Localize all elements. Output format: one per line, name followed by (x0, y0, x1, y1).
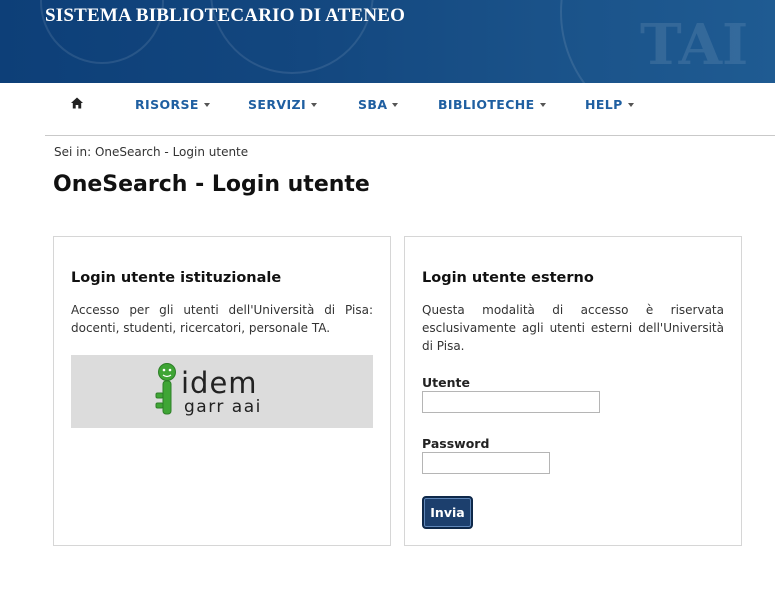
idem-login-button[interactable]: idem garr aai (71, 355, 373, 428)
caret-down-icon (311, 103, 318, 107)
nav-item-sba[interactable]: SBA (358, 97, 399, 112)
caret-down-icon (392, 103, 399, 107)
password-label: Password (422, 436, 490, 451)
nav-item-label: BIBLIOTECHE (438, 97, 535, 112)
caret-down-icon (539, 103, 546, 107)
nav-item-biblioteche[interactable]: BIBLIOTECHE (438, 97, 546, 112)
site-title[interactable]: SISTEMA BIBLIOTECARIO DI ATENEO (45, 5, 405, 27)
nav-item-servizi[interactable]: SERVIZI (248, 97, 318, 112)
page-title: OneSearch - Login utente (53, 172, 370, 197)
nav-item-label: SERVIZI (248, 97, 307, 112)
nav-item-label: SBA (358, 97, 388, 112)
nav-item-help[interactable]: HELP (585, 97, 634, 112)
idem-logo-word: idem (181, 366, 258, 400)
caret-down-icon (627, 103, 634, 107)
nav-item-risorse[interactable]: RISORSE (135, 97, 210, 112)
idem-logo-icon: idem garr aai (155, 363, 262, 417)
institutional-login-panel: Login utente istituzionale Accesso per g… (53, 236, 391, 546)
nav-item-label: HELP (585, 97, 623, 112)
main-nav: RISORSE SERVIZI SBA BIBLIOTECHE HELP (45, 83, 775, 136)
username-input[interactable] (422, 391, 600, 413)
submit-button[interactable]: Invia (422, 496, 473, 529)
institutional-login-description: Accesso per gli utenti dell'Università d… (71, 303, 373, 335)
external-login-heading: Login utente esterno (422, 270, 594, 286)
breadcrumb: Sei in: OneSearch - Login utente (54, 145, 249, 159)
external-login-panel: Login utente esterno Questa modalità di … (404, 236, 742, 546)
nav-item-label: RISORSE (135, 97, 199, 112)
header-banner: TAI SISTEMA BIBLIOTECARIO DI ATENEO (0, 0, 775, 83)
username-label: Utente (422, 375, 470, 390)
password-input[interactable] (422, 452, 550, 474)
banner-watermark: TAI (640, 12, 749, 78)
external-login-description: Questa modalità di accesso è riservata e… (422, 303, 724, 353)
caret-down-icon (203, 103, 210, 107)
institutional-login-heading: Login utente istituzionale (71, 270, 282, 286)
home-icon[interactable] (70, 96, 84, 110)
idem-logo-subtitle: garr aai (184, 397, 262, 417)
